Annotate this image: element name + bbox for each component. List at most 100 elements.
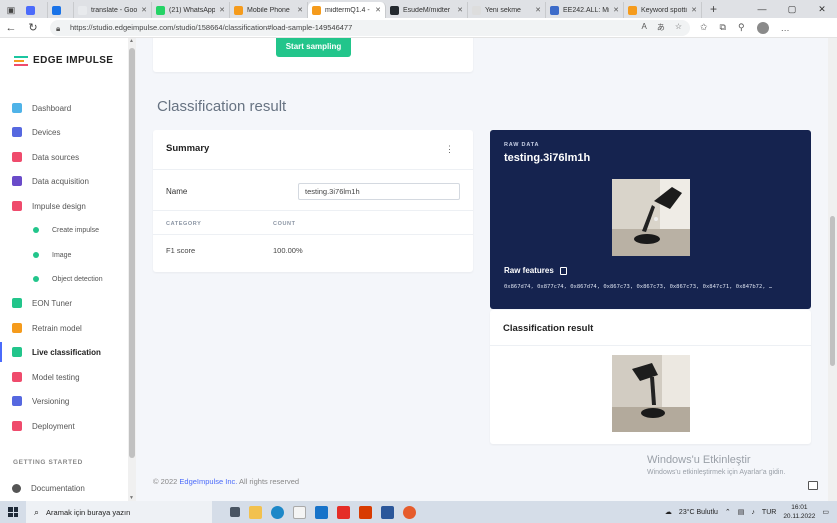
browser-tab[interactable]: EsudeM/midter ✕ [386,2,468,18]
page-scrollbar[interactable] [828,38,837,501]
status-dot-icon [33,227,39,233]
sidebar-item-create-impulse[interactable]: Create impulse [0,220,128,240]
office-icon[interactable] [359,505,372,519]
sidebar-item-data-acquisition[interactable]: Data acquisition [0,171,128,191]
search-icon: ⌕ [34,506,40,517]
browser-tab[interactable] [48,2,74,18]
mail-icon[interactable] [315,505,328,519]
tab-list: translate - Goo ✕ (21) WhatsApp ✕ Mobile Pho… [22,0,702,18]
name-label: Name [166,187,188,196]
task-view-icon[interactable] [230,507,240,517]
sidebar-item-retrain-model[interactable]: Retrain model [0,318,128,338]
start-sampling-button[interactable]: Start sampling [276,38,351,57]
close-tab-icon[interactable]: ✕ [531,6,541,14]
browser-tab[interactable]: midtermQ1.4 - ✕ [308,2,386,18]
classification-card-title: Classification result [503,323,594,334]
sidebar-item-image[interactable]: Image [0,245,128,265]
translate-icon[interactable]: あ [657,22,665,33]
app-icon[interactable] [403,505,416,519]
sidebar-item-data-sources[interactable]: Data sources [0,147,128,167]
close-tab-icon[interactable]: ✕ [609,6,619,14]
documentation-icon [12,483,21,493]
start-button[interactable] [0,507,26,517]
sample-name-input[interactable] [298,183,460,200]
taskbar-apps [230,505,416,519]
clock[interactable]: 16:01 20.11.2022 [783,503,815,521]
tray-chevron-icon[interactable]: ⌃ [725,508,731,516]
browser-tab[interactable]: EE242.ALL: Mic ✕ [546,2,624,18]
sidebar-item-model-testing[interactable]: Model testing [0,367,128,387]
browser-tab[interactable] [22,2,48,18]
tab-title: EE242.ALL: Mic [563,6,610,14]
footer-company-link[interactable]: EdgeImpulse Inc. [179,477,237,486]
refresh-icon[interactable]: ↻ [22,21,44,34]
network-icon[interactable]: ▤ [738,508,745,516]
maximize-button[interactable]: ▢ [777,0,807,18]
youtube-icon[interactable] [337,505,350,519]
footer-copyright: © 2022 [153,477,178,486]
row-category: F1 score [166,246,196,255]
browser-tab[interactable]: Mobile Phone ✕ [230,2,308,18]
close-tab-icon[interactable]: ✕ [137,6,147,14]
sidebar-scroll-thumb[interactable] [129,48,135,458]
sidebar-item-label: Documentation [31,483,85,493]
sidebar-item-versioning[interactable]: Versioning [0,391,128,411]
edge-browser-icon[interactable] [271,505,284,519]
scroll-up-icon[interactable]: ▲ [129,38,134,44]
tab-title: Mobile Phone [247,6,290,14]
favorites-icon[interactable]: ✩ [700,22,708,33]
close-tab-icon[interactable]: ✕ [293,6,303,14]
close-window-button[interactable]: ✕ [807,0,837,18]
nav-icon [12,298,22,308]
store-icon[interactable] [293,505,306,519]
read-aloud-icon[interactable]: A [641,22,646,33]
more-menu-icon[interactable]: … [781,23,790,33]
chat-icon[interactable] [808,481,818,490]
logo[interactable]: EDGE IMPULSE [14,55,113,66]
sidebar-item-eon-tuner[interactable]: EON Tuner [0,293,128,313]
sidebar-item-deployment[interactable]: Deployment [0,416,128,436]
page-scroll-thumb[interactable] [830,216,835,366]
sidebar-item-object-detection[interactable]: Object detection [0,269,128,289]
copy-icon[interactable] [559,266,567,275]
browser-tab[interactable]: translate - Goo ✕ [74,2,152,18]
workspaces-icon[interactable]: ▣ [0,2,22,18]
sidebar-item-impulse-design[interactable]: Impulse design [0,196,128,216]
close-tab-icon[interactable]: ✕ [453,6,463,14]
nav-icon [12,201,22,211]
window-controls: — ▢ ✕ [747,0,837,18]
close-tab-icon[interactable]: ✕ [215,6,225,14]
brand-name: EDGE IMPULSE [33,55,114,66]
extensions-icon[interactable]: ⚲ [738,22,745,33]
url-field[interactable]: 🔒︎ https://studio.edgeimpulse.com/studio… [50,19,690,36]
back-arrow-icon[interactable]: ← [0,22,22,34]
minimize-button[interactable]: — [747,0,777,18]
browser-tab[interactable]: (21) WhatsApp ✕ [152,2,230,18]
notifications-icon[interactable]: ▭ [822,508,829,516]
weather-text[interactable]: 23°C Bulutlu [679,509,718,516]
sidebar-scrollbar[interactable]: ▲ ▼ [128,38,136,501]
sidebar-item-live-classification[interactable]: Live classification [0,342,128,362]
footer-rights: All rights reserved [239,477,300,486]
sidebar-item-devices[interactable]: Devices [0,122,128,142]
add-favorite-icon[interactable]: ☆ [675,22,682,33]
avatar[interactable] [756,21,769,34]
weather-icon[interactable]: ☁ [665,508,672,516]
taskbar-search[interactable]: ⌕ Aramak için buraya yazın [26,501,212,523]
collections-icon[interactable]: ⧉ [720,22,726,33]
browser-tab[interactable]: Keyword spotti ✕ [624,2,702,18]
tab-favicon-icon [156,5,165,15]
tab-favicon-icon [628,5,637,15]
language-indicator[interactable]: TUR [762,509,776,516]
watermark-subtitle: Windows'u etkinleştirmek için Ayarlar'a … [647,469,786,476]
word-icon[interactable] [381,505,394,519]
close-tab-icon[interactable]: ✕ [687,6,697,14]
more-options-icon[interactable]: ⋮ [445,144,454,155]
sidebar-item-documentation[interactable]: Documentation [0,478,128,498]
close-tab-icon[interactable]: ✕ [371,6,381,14]
file-explorer-icon[interactable] [249,505,262,519]
volume-icon[interactable]: ♪ [751,509,755,516]
browser-tab[interactable]: Yeni sekme ✕ [468,2,546,18]
sidebar-item-dashboard[interactable]: Dashboard [0,98,128,118]
new-tab-button[interactable]: + [702,2,725,16]
